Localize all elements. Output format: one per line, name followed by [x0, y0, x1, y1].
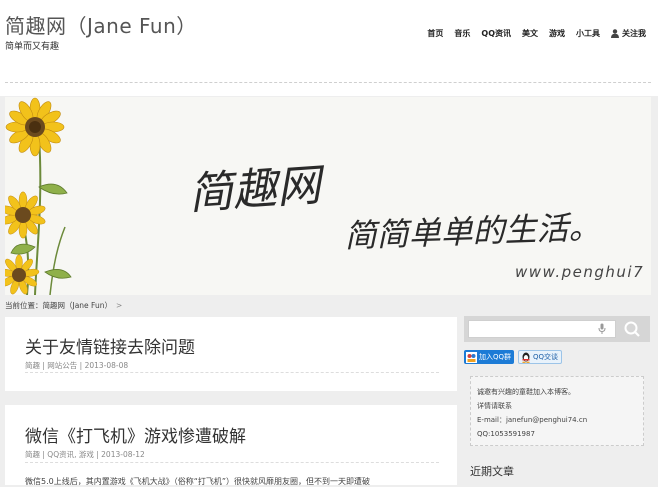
breadcrumb: 当前位置：简趣网（Jane Fun） >	[5, 300, 122, 311]
qq-talk-button[interactable]: QQ交谈	[518, 350, 563, 364]
post-divider	[25, 372, 439, 373]
post-title[interactable]: 微信《打飞机》游戏惨遭破解	[25, 422, 246, 447]
qq-buttons: 加入QQ群 QQ交谈	[464, 350, 563, 364]
breadcrumb-separator: >	[115, 301, 123, 310]
post-meta: 简趣 | QQ资讯, 游戏 | 2013-08-12	[25, 450, 145, 459]
mic-icon[interactable]	[598, 323, 606, 335]
info-qq: QQ:1053591987	[477, 430, 535, 438]
banner-title: 简趣网	[187, 160, 327, 220]
banner-url: www.penghui7	[515, 263, 644, 281]
breadcrumb-home[interactable]: 简趣网（Jane Fun）	[43, 301, 112, 310]
nav-item-home[interactable]: 首页	[427, 28, 443, 39]
nav-item-qq-news[interactable]: QQ资讯	[481, 28, 511, 39]
info-line: 诚邀有兴趣的童鞋加入本博客。	[477, 388, 575, 396]
nav-item-follow[interactable]: 关注我	[611, 28, 646, 39]
contact-info-box: 诚邀有兴趣的童鞋加入本博客。 详情请联系 E-mail：janefun@peng…	[470, 376, 644, 446]
search-box	[464, 316, 650, 342]
post-divider	[25, 462, 439, 463]
qq-group-icon	[466, 351, 477, 363]
info-email[interactable]: E-mail：janefun@penghui74.cn	[477, 413, 637, 427]
site-title[interactable]: 简趣网（Jane Fun）	[5, 10, 197, 39]
site-subtitle: 简单而又有趣	[5, 42, 60, 52]
post-card: 微信《打飞机》游戏惨遭破解 简趣 | QQ资讯, 游戏 | 2013-08-12…	[5, 405, 457, 486]
nav-item-games[interactable]: 游戏	[549, 28, 565, 39]
banner-image: 简趣网 简简单单的生活。 www.penghui7	[5, 97, 651, 295]
recent-posts-title: 近期文章	[470, 465, 514, 478]
main-nav: 首页 音乐 QQ资讯 美文 游戏 小工具 关注我	[427, 28, 646, 39]
qq-penguin-icon	[522, 352, 530, 363]
join-qq-group-button[interactable]: 加入QQ群	[464, 350, 515, 364]
post-excerpt: 微信5.0上线后，其内置游戏《飞机大战》（俗称“打飞机”）很快就风靡朋友圈，但不…	[25, 477, 371, 486]
nav-item-articles[interactable]: 美文	[522, 28, 538, 39]
info-line: 详情请联系	[477, 402, 512, 410]
search-input[interactable]	[468, 320, 616, 338]
post-title[interactable]: 关于友情链接去除问题	[25, 333, 195, 358]
nav-item-tools[interactable]: 小工具	[576, 28, 600, 39]
join-qq-group-label: 加入QQ群	[479, 353, 512, 361]
qq-talk-label: QQ交谈	[533, 353, 559, 361]
search-icon[interactable]	[620, 319, 646, 339]
user-icon	[611, 29, 619, 38]
breadcrumb-prefix: 当前位置：	[5, 301, 43, 310]
post-meta: 简趣 | 网站公告 | 2013-08-08	[25, 361, 129, 370]
banner-artwork: 简趣网 简简单单的生活。 www.penghui7	[5, 97, 651, 295]
follow-label: 关注我	[622, 29, 646, 38]
site-header: 简趣网（Jane Fun） 简单而又有趣 首页 音乐 QQ资讯 美文 游戏 小工…	[0, 0, 658, 96]
header-divider	[5, 82, 651, 83]
post-card: 关于友情链接去除问题 简趣 | 网站公告 | 2013-08-08	[5, 317, 457, 391]
nav-item-music[interactable]: 音乐	[454, 28, 470, 39]
